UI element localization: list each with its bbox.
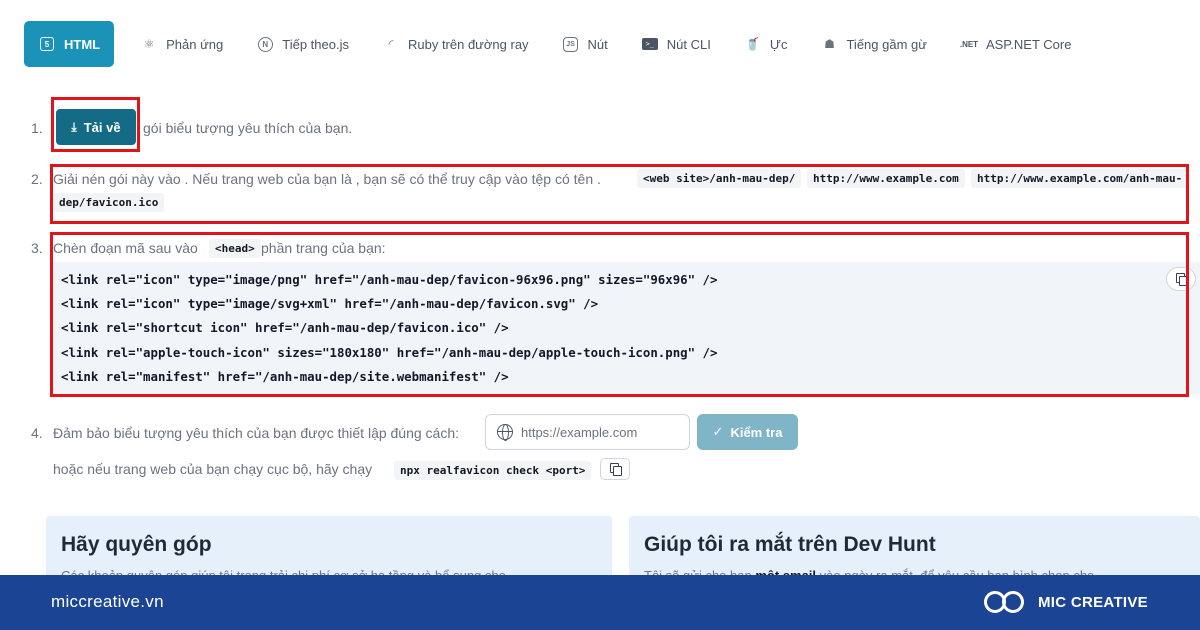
step-text: Đảm bảo biểu tượng yêu thích của bạn đượ… [53,425,460,441]
tab-nodejs[interactable]: JS Nút [550,21,620,67]
tab-gulp[interactable]: 🥤 Ực [732,21,800,67]
code-chip: npx realfavicon check <port> [394,461,592,480]
tab-grunt[interactable]: ☗ Tiếng gầm gừ [808,21,938,67]
footer-site: miccreative.vn [51,592,164,611]
step-number: 2. [31,171,43,187]
check-button[interactable]: ✓ Kiểm tra [697,414,798,450]
local-run-text: hoặc nếu trang web của bạn chạy cục bộ, … [53,461,373,477]
tab-label: Tiếng gầm gừ [846,36,927,52]
step-text: gói biểu tượng yêu thích của bạn. [143,120,353,136]
tab-label: Ruby trên đường ray [407,36,529,52]
gulp-icon: 🥤 [745,37,761,51]
tab-aspnet[interactable]: .NET ASP.NET Core [948,21,1084,67]
footer-brand: MIC CREATIVE [982,588,1148,616]
react-icon: ⚛ [143,37,155,51]
tab-label: Nút [587,36,608,52]
highlight-box [50,164,1189,224]
framework-tabs: 5 HTML ⚛ Phản ứng N Tiếp theo.js ◜ Ruby … [24,21,1092,67]
step-number: 1. [31,120,43,136]
tab-label: Ực [769,36,788,52]
footer-banner: miccreative.vn MIC CREATIVE [0,575,1200,630]
tab-html[interactable]: 5 HTML [24,21,115,67]
nextjs-icon: N [256,35,274,53]
check-label: Kiểm tra [730,424,783,440]
url-field[interactable] [485,414,690,450]
tab-nextjs[interactable]: N Tiếp theo.js [244,21,361,67]
tab-label: HTML [64,36,101,52]
globe-icon [497,424,513,441]
card-title: Giúp tôi ra mắt trên Dev Hunt [644,533,936,556]
step-number: 4. [31,425,43,441]
checkmark-icon: ✓ [712,424,724,439]
copy-icon [609,463,622,476]
card-title: Hãy quyên góp [61,533,212,556]
tab-label: Phản ứng [166,36,224,52]
grunt-icon: ☗ [824,37,835,51]
step-number: 3. [31,240,43,256]
tab-react[interactable]: ⚛ Phản ứng [128,21,235,67]
highlight-box [50,232,1189,397]
html5-icon: 5 [38,35,56,53]
tab-node-cli[interactable]: >_ Nút CLI [629,21,723,67]
tab-label: Tiếp theo.js [282,36,349,52]
highlight-box [51,97,140,152]
brand-name: MIC CREATIVE [1038,593,1148,611]
terminal-icon: >_ [641,35,659,53]
copy-command-button[interactable] [600,458,630,480]
dotnet-icon: .NET [959,39,979,49]
brand-logo-icon [982,588,1028,616]
tab-rails[interactable]: ◜ Ruby trên đường ray [370,21,541,67]
nodejs-icon: JS [562,35,580,53]
url-input[interactable] [521,424,681,440]
tab-label: Nút CLI [666,36,711,52]
rails-icon: ◜ [388,37,394,51]
tab-label: ASP.NET Core [985,36,1072,52]
